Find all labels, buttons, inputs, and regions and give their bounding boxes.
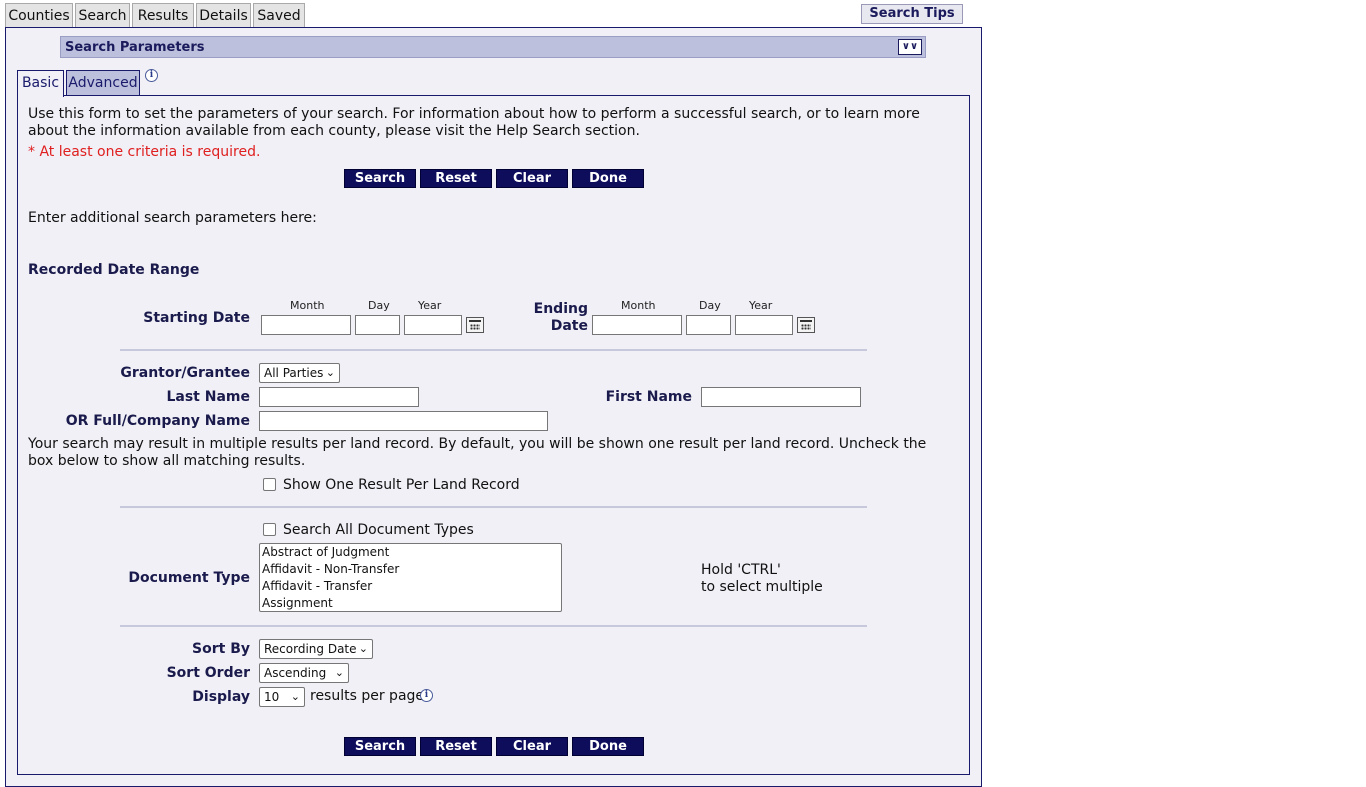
tab-basic[interactable]: Basic (17, 70, 64, 97)
tab-results[interactable]: Results (132, 3, 194, 28)
search-parameters-bar: Search Parameters ∨∨ (60, 36, 926, 58)
tab-counties[interactable]: Counties (5, 3, 73, 28)
end-month-input[interactable] (592, 315, 682, 335)
divider (120, 625, 867, 627)
clear-button[interactable]: Clear (496, 169, 568, 188)
starting-date-label: Starting Date (143, 310, 250, 326)
full-company-name-input[interactable] (259, 411, 548, 431)
document-type-listbox[interactable]: Abstract of Judgment Affidavit - Non-Tra… (259, 543, 562, 612)
end-day-input[interactable] (686, 315, 731, 335)
ctrl-hint-line2: to select multiple (701, 579, 823, 595)
intro-text: Use this form to set the parameters of y… (28, 106, 920, 139)
grantor-grantee-label: Grantor/Grantee (120, 365, 250, 381)
search-button[interactable]: Search (344, 737, 416, 756)
calendar-icon[interactable] (797, 317, 815, 333)
sort-order-label: Sort Order (166, 665, 250, 681)
document-type-label: Document Type (128, 570, 250, 586)
chevron-down-icon: ⌄ (290, 690, 300, 703)
display-select[interactable]: 10 ⌄ (259, 687, 305, 707)
chevron-down-icon: ⌄ (325, 366, 335, 379)
full-name-label: OR Full/Company Name (65, 413, 250, 429)
sort-order-value: Ascending (264, 666, 327, 680)
done-button[interactable]: Done (572, 737, 644, 756)
info-icon[interactable]: i (420, 689, 433, 702)
section-title: Search Parameters (65, 40, 205, 55)
display-label: Display (192, 689, 250, 705)
date-range-heading: Recorded Date Range (28, 262, 200, 278)
multi-result-note: Your search may result in multiple resul… (28, 436, 927, 469)
chevron-down-icon: ⌄ (334, 666, 344, 679)
divider (120, 506, 867, 508)
double-chevron-down-icon[interactable]: ∨∨ (898, 39, 922, 55)
first-name-label: First Name (605, 389, 692, 405)
list-item[interactable]: Abstract of Judgment (260, 544, 561, 561)
list-item[interactable]: Affidavit - Non-Transfer (260, 561, 561, 578)
calendar-icon[interactable] (466, 317, 484, 333)
required-note: * At least one criteria is required. (28, 144, 261, 160)
clear-button[interactable]: Clear (496, 737, 568, 756)
additional-text: Enter additional search parameters here: (28, 210, 317, 226)
grantor-grantee-select[interactable]: All Parties ⌄ (259, 363, 340, 383)
sort-by-value: Recording Date (264, 642, 357, 656)
ctrl-hint-line1: Hold 'CTRL' (701, 562, 781, 578)
end-year-label: Year (749, 299, 773, 312)
chevron-down-icon: ⌄ (358, 642, 368, 655)
end-month-label: Month (621, 299, 656, 312)
search-button[interactable]: Search (344, 169, 416, 188)
search-tips-button[interactable]: Search Tips (861, 4, 963, 24)
tab-saved[interactable]: Saved (253, 3, 305, 28)
tab-details[interactable]: Details (196, 3, 251, 28)
one-result-label: Show One Result Per Land Record (283, 477, 520, 493)
sort-order-select[interactable]: Ascending ⌄ (259, 663, 349, 683)
all-doc-types-checkbox[interactable] (263, 523, 276, 536)
last-name-input[interactable] (259, 387, 419, 407)
list-item[interactable]: Affidavit - Transfer (260, 578, 561, 595)
info-icon[interactable]: i (145, 69, 158, 82)
tab-advanced[interactable]: Advanced (66, 70, 140, 96)
divider (120, 349, 867, 351)
done-button[interactable]: Done (572, 169, 644, 188)
start-year-label: Year (418, 299, 442, 312)
start-day-input[interactable] (355, 315, 400, 335)
grantor-grantee-value: All Parties (264, 366, 324, 380)
first-name-input[interactable] (701, 387, 861, 407)
list-item[interactable]: Assignment (260, 595, 561, 611)
start-day-label: Day (368, 299, 390, 312)
reset-button[interactable]: Reset (420, 737, 492, 756)
all-doc-types-label: Search All Document Types (283, 522, 474, 538)
tab-search[interactable]: Search (75, 3, 130, 28)
start-month-label: Month (290, 299, 325, 312)
start-month-input[interactable] (261, 315, 351, 335)
reset-button[interactable]: Reset (420, 169, 492, 188)
sort-by-select[interactable]: Recording Date ⌄ (259, 639, 373, 659)
ending-date-label: Ending Date (533, 301, 588, 334)
results-per-page-text: results per page (310, 688, 425, 704)
one-result-checkbox[interactable] (263, 478, 276, 491)
start-year-input[interactable] (404, 315, 462, 335)
end-day-label: Day (699, 299, 721, 312)
last-name-label: Last Name (166, 389, 250, 405)
end-year-input[interactable] (735, 315, 793, 335)
sort-by-label: Sort By (192, 641, 250, 657)
display-value: 10 (264, 690, 280, 704)
